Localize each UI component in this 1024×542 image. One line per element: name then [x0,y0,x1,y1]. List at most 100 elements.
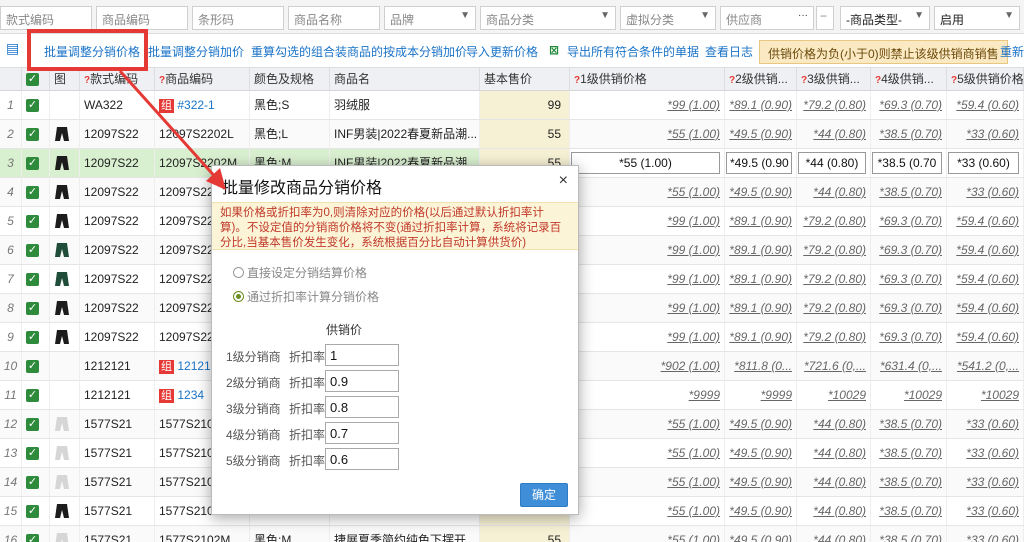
level4-price-cell[interactable]: *38.5 (0.70) [871,410,947,438]
level5-price-cell[interactable]: *59.4 (0.60) [947,91,1024,119]
checkbox-icon[interactable]: ✓ [26,244,39,258]
negative-price-warning[interactable]: 供销价格为负(小于0)则禁止该级供销商销售 [759,40,1008,64]
row-checkbox[interactable]: ✓ [22,265,50,293]
supplier-filter[interactable]: 供应商 ··· [720,6,814,30]
row-checkbox[interactable]: ✓ [22,468,50,496]
import-price-button[interactable]: 导入更新价格 [466,43,538,60]
level4-column-header[interactable]: ?4级供销... [871,68,947,91]
level5-price-cell[interactable]: *59.4 (0.60) [947,294,1024,322]
level-rate-input[interactable] [325,422,399,444]
layout-icon[interactable]: ▤ [6,40,19,57]
level5-price-cell[interactable]: *33 (0.60) [947,468,1024,496]
row-checkbox[interactable]: ✓ [22,207,50,235]
level4-price-cell[interactable]: *38.5 (0.70) [871,497,947,525]
level1-price-cell[interactable]: *99 (1.00) [570,91,725,119]
checkbox-icon[interactable]: ✓ [26,331,39,345]
level1-price-cell[interactable]: *55 (1.00) [570,178,725,206]
table-row[interactable]: 2 ✓ 12097S22 12097S2202L 黑色;L INF男装|2022春夏新品潮… [0,120,1024,149]
sku-filter[interactable]: 商品编码 [96,6,188,30]
level5-price-cell[interactable]: *33 (0.60) [947,497,1024,525]
level1-price-cell[interactable]: *55 (1.00) [570,526,725,542]
level2-price-cell[interactable]: *89.1 (0.90) [725,323,797,351]
level1-price-cell[interactable]: *55 (1.00) [570,468,725,496]
level4-price-cell[interactable]: *10029 [871,381,947,409]
row-checkbox[interactable]: ✓ [22,439,50,467]
checkbox-icon[interactable]: ✓ [26,476,39,490]
level2-price-cell[interactable]: *49.5 (0.90) [725,468,797,496]
level1-price-cell[interactable]: *9999 [570,381,725,409]
level3-price-cell[interactable]: *79.2 (0.80) [797,265,871,293]
level3-price-cell[interactable]: *79.2 (0.80) [797,207,871,235]
level2-price-cell[interactable]: *89.1 (0.90) [725,236,797,264]
close-icon[interactable]: × [559,172,568,190]
level2-price-cell[interactable]: *49.5 (0.90) [725,439,797,467]
checkbox-icon[interactable]: ✓ [26,534,39,542]
checkbox-icon[interactable]: ✓ [26,128,39,142]
row-checkbox[interactable]: ✓ [22,497,50,525]
level1-price-cell[interactable]: *902 (1.00) [570,352,725,380]
direct-price-option[interactable]: 直接设定分销结算价格 [233,264,367,281]
level4-price-cell[interactable]: *38.5 (0.70) [871,468,947,496]
level3-price-cell[interactable]: *44 (0.80) [797,439,871,467]
level2-price-cell[interactable]: *89.1 (0.90) [725,294,797,322]
level3-price-cell[interactable]: *721.6 (0,... [797,352,871,380]
sku-link[interactable]: #322-1 [177,98,214,112]
level3-price-cell[interactable]: *44 (0.80) [797,526,871,542]
discount-rate-option[interactable]: 通过折扣率计算分销价格 [233,288,379,305]
level1-price-cell[interactable]: *99 (1.00) [570,294,725,322]
level1-price-cell[interactable]: *55 (1.00) [570,410,725,438]
level5-price-cell[interactable]: *33 (0.60) [947,526,1024,542]
more-button[interactable]: 重新 [1000,43,1024,60]
sku-link[interactable]: 12121 [177,359,210,373]
checkbox-icon[interactable]: ✓ [26,273,39,287]
confirm-button[interactable]: 确定 [520,483,568,507]
level3-price-cell[interactable]: *79.2 (0.80) [797,294,871,322]
level3-price-cell[interactable]: *44 (0.80) [797,149,871,177]
level2-price-cell[interactable]: *49.5 (0.90 [725,149,797,177]
level2-column-header[interactable]: ?2级供销... [725,68,797,91]
level1-price-cell[interactable]: *99 (1.00) [570,236,725,264]
level5-price-cell[interactable]: *59.4 (0.60) [947,323,1024,351]
price-edit-input[interactable]: *38.5 (0.70 [872,152,942,174]
clear-supplier-button[interactable]: − [816,6,834,30]
radio-icon[interactable] [233,267,244,278]
table-row[interactable]: 16 ✓ 1577S21 1577S2102M 黑色;M 捷展夏季简约纯色下摆开... 55… [0,526,1024,542]
sku-link[interactable]: 1234 [177,388,204,402]
level2-price-cell[interactable]: *9999 [725,381,797,409]
level4-price-cell[interactable]: *69.3 (0.70) [871,207,947,235]
status-select[interactable]: 启用 ▼ [934,6,1020,30]
level3-price-cell[interactable]: *10029 [797,381,871,409]
checkbox-icon[interactable]: ✓ [26,505,39,519]
level4-price-cell[interactable]: *631.4 (0,... [871,352,947,380]
level2-price-cell[interactable]: *89.1 (0.90) [725,207,797,235]
level2-price-cell[interactable]: *89.1 (0.90) [725,91,797,119]
row-checkbox[interactable]: ✓ [22,352,50,380]
checkbox-icon[interactable]: ✓ [26,157,39,171]
level4-price-cell[interactable]: *38.5 (0.70) [871,120,947,148]
level5-price-cell[interactable]: *59.4 (0.60) [947,265,1024,293]
level1-price-cell[interactable]: *55 (1.00) [570,149,725,177]
checkbox-icon[interactable]: ✓ [26,99,39,113]
style-code-filter[interactable]: 款式编码 [0,6,92,30]
base-price-column-header[interactable]: 基本售价 [480,68,570,91]
level2-price-cell[interactable]: *811.8 (0... [725,352,797,380]
checkbox-icon[interactable]: ✓ [26,302,39,316]
price-edit-input[interactable]: *55 (1.00) [571,152,720,174]
level4-price-cell[interactable]: *38.5 (0.70) [871,526,947,542]
checkbox-icon[interactable]: ✓ [26,447,39,461]
recalc-combo-button[interactable]: 重算勾选的组合装商品的按成本分销加价 [251,43,467,60]
table-row[interactable]: 1 ✓ WA322 组 #322-1 黑色;S 羽绒服 99 *99 (1.00) *89.1 … [0,91,1024,120]
level3-price-cell[interactable]: *79.2 (0.80) [797,323,871,351]
level5-price-cell[interactable]: *541.2 (0,... [947,352,1024,380]
level5-price-cell[interactable]: *59.4 (0.60) [947,236,1024,264]
virtual-category-filter[interactable]: 虚拟分类 ▼ [620,6,716,30]
level2-price-cell[interactable]: *49.5 (0.90) [725,178,797,206]
checkbox-icon[interactable]: ✓ [26,215,39,229]
level5-price-cell[interactable]: *33 (0.60) [947,120,1024,148]
level2-price-cell[interactable]: *89.1 (0.90) [725,265,797,293]
level-rate-input[interactable] [325,370,399,392]
level1-price-cell[interactable]: *55 (1.00) [570,497,725,525]
level3-price-cell[interactable]: *44 (0.80) [797,120,871,148]
checkbox-icon[interactable]: ✓ [26,186,39,200]
level4-price-cell[interactable]: *38.5 (0.70) [871,439,947,467]
